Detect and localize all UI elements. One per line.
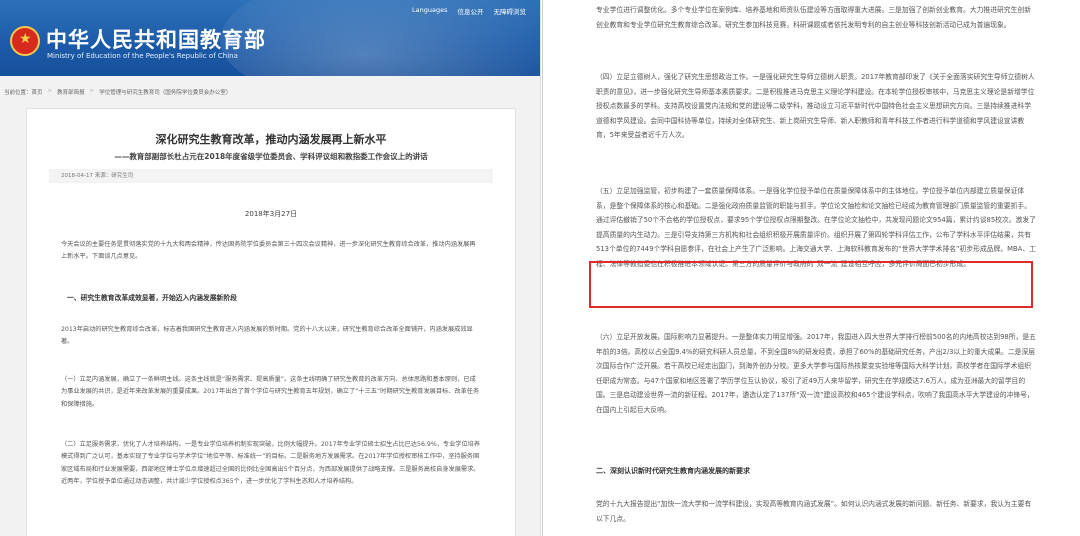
right-page-screenshot: 专业学位进行调整优化。多个专业学位在案例库、培养基地和师资队伍建设等方面取得重大… [545,0,1080,536]
site-header: ★ 中华人民共和国教育部 Ministry of Education of th… [0,0,540,76]
highlight-box [589,261,1033,308]
article-meta: 2018-04-17 来源：研究生司 [49,169,493,183]
paragraph-section-two-intro: 党的十九大报告提出“加快一流大学和一流学科建设，实现高等教育内涵式发展”。如何认… [596,500,1032,523]
article-card: 深化研究生教育改革，推动内涵发展再上新水平 ——教育部副部长杜占元在2018年度… [26,108,516,536]
breadcrumb-separator: > [89,88,95,94]
breadcrumb-section[interactable]: 教育部简报 [57,88,85,96]
top-links: Languages 信息公开 无障碍浏览 [412,6,526,16]
article-title: 深化研究生教育改革，推动内涵发展再上新水平 [155,133,387,146]
breadcrumb-separator: > [47,88,53,94]
left-page-screenshot: ★ 中华人民共和国教育部 Ministry of Education of th… [0,0,541,536]
breadcrumb: 当前位置：首页 > 教育部简报 > 学位管理与研究生教育司（国务院学位委员会办公… [4,88,231,96]
speech-date: 2018年3月27日 [244,210,298,218]
languages-link[interactable]: Languages [412,6,447,16]
paragraph-point-four: （四）立足立德树人，强化了研究生思想政治工作。一是强化研究生导师立德树人职责。2… [596,73,1035,140]
section-heading-one: 一、研究生教育改革成效显著，开始迈入内涵发展新阶段 [67,294,237,302]
paragraph-point-six: （六）立足开放发展，国际影响力显著提升。一是整体实力明显增强。2017年，我国进… [596,333,1036,414]
national-emblem-icon: ★ [10,26,40,56]
site-name-english: Ministry of Education of the People's Re… [47,52,238,60]
paragraph-intro: 今天会议的主要任务是贯彻落实党的十九大和两会精神，传达国务院学位委员会第三十四次… [61,241,476,261]
paragraph-continued: 专业学位进行调整优化。多个专业学位在案例库、培养基地和师资队伍建设等方面取得重大… [596,6,1031,29]
paragraph-point-two: （二）立足服务需求，优化了人才培养结构。一是专业学位培养机制实现突破，比例大幅提… [61,441,481,485]
section-heading-two: 二、深刻认识新时代研究生教育内涵发展的新要求 [596,467,750,475]
accessibility-link[interactable]: 无障碍浏览 [493,6,526,16]
paragraph-point-five: （五）立足加强监管，初步构建了一套质量保障体系。一是强化学位授予单位在质量保障体… [596,187,1036,268]
paragraph-reform: 2013年启动的研究生教育综合改革，标志着我国研究生教育进入内涵发展的新时期。党… [61,326,473,346]
article-subtitle: ——教育部副部长杜占元在2018年度省级学位委员会、学科评议组和教指委工作会议上… [114,152,428,161]
site-name: 中华人民共和国教育部 [46,27,266,52]
breadcrumb-home[interactable]: 当前位置：首页 [4,88,43,96]
breadcrumb-department[interactable]: 学位管理与研究生教育司（国务院学位委员会办公室） [99,88,231,96]
paragraph-point-one: （一）立足内涵发展，确立了一条鲜明主线。这条主线就是“服务需求、提高质量”。这条… [61,376,480,408]
panel-divider [542,0,543,536]
info-disclosure-link[interactable]: 信息公开 [457,6,483,16]
